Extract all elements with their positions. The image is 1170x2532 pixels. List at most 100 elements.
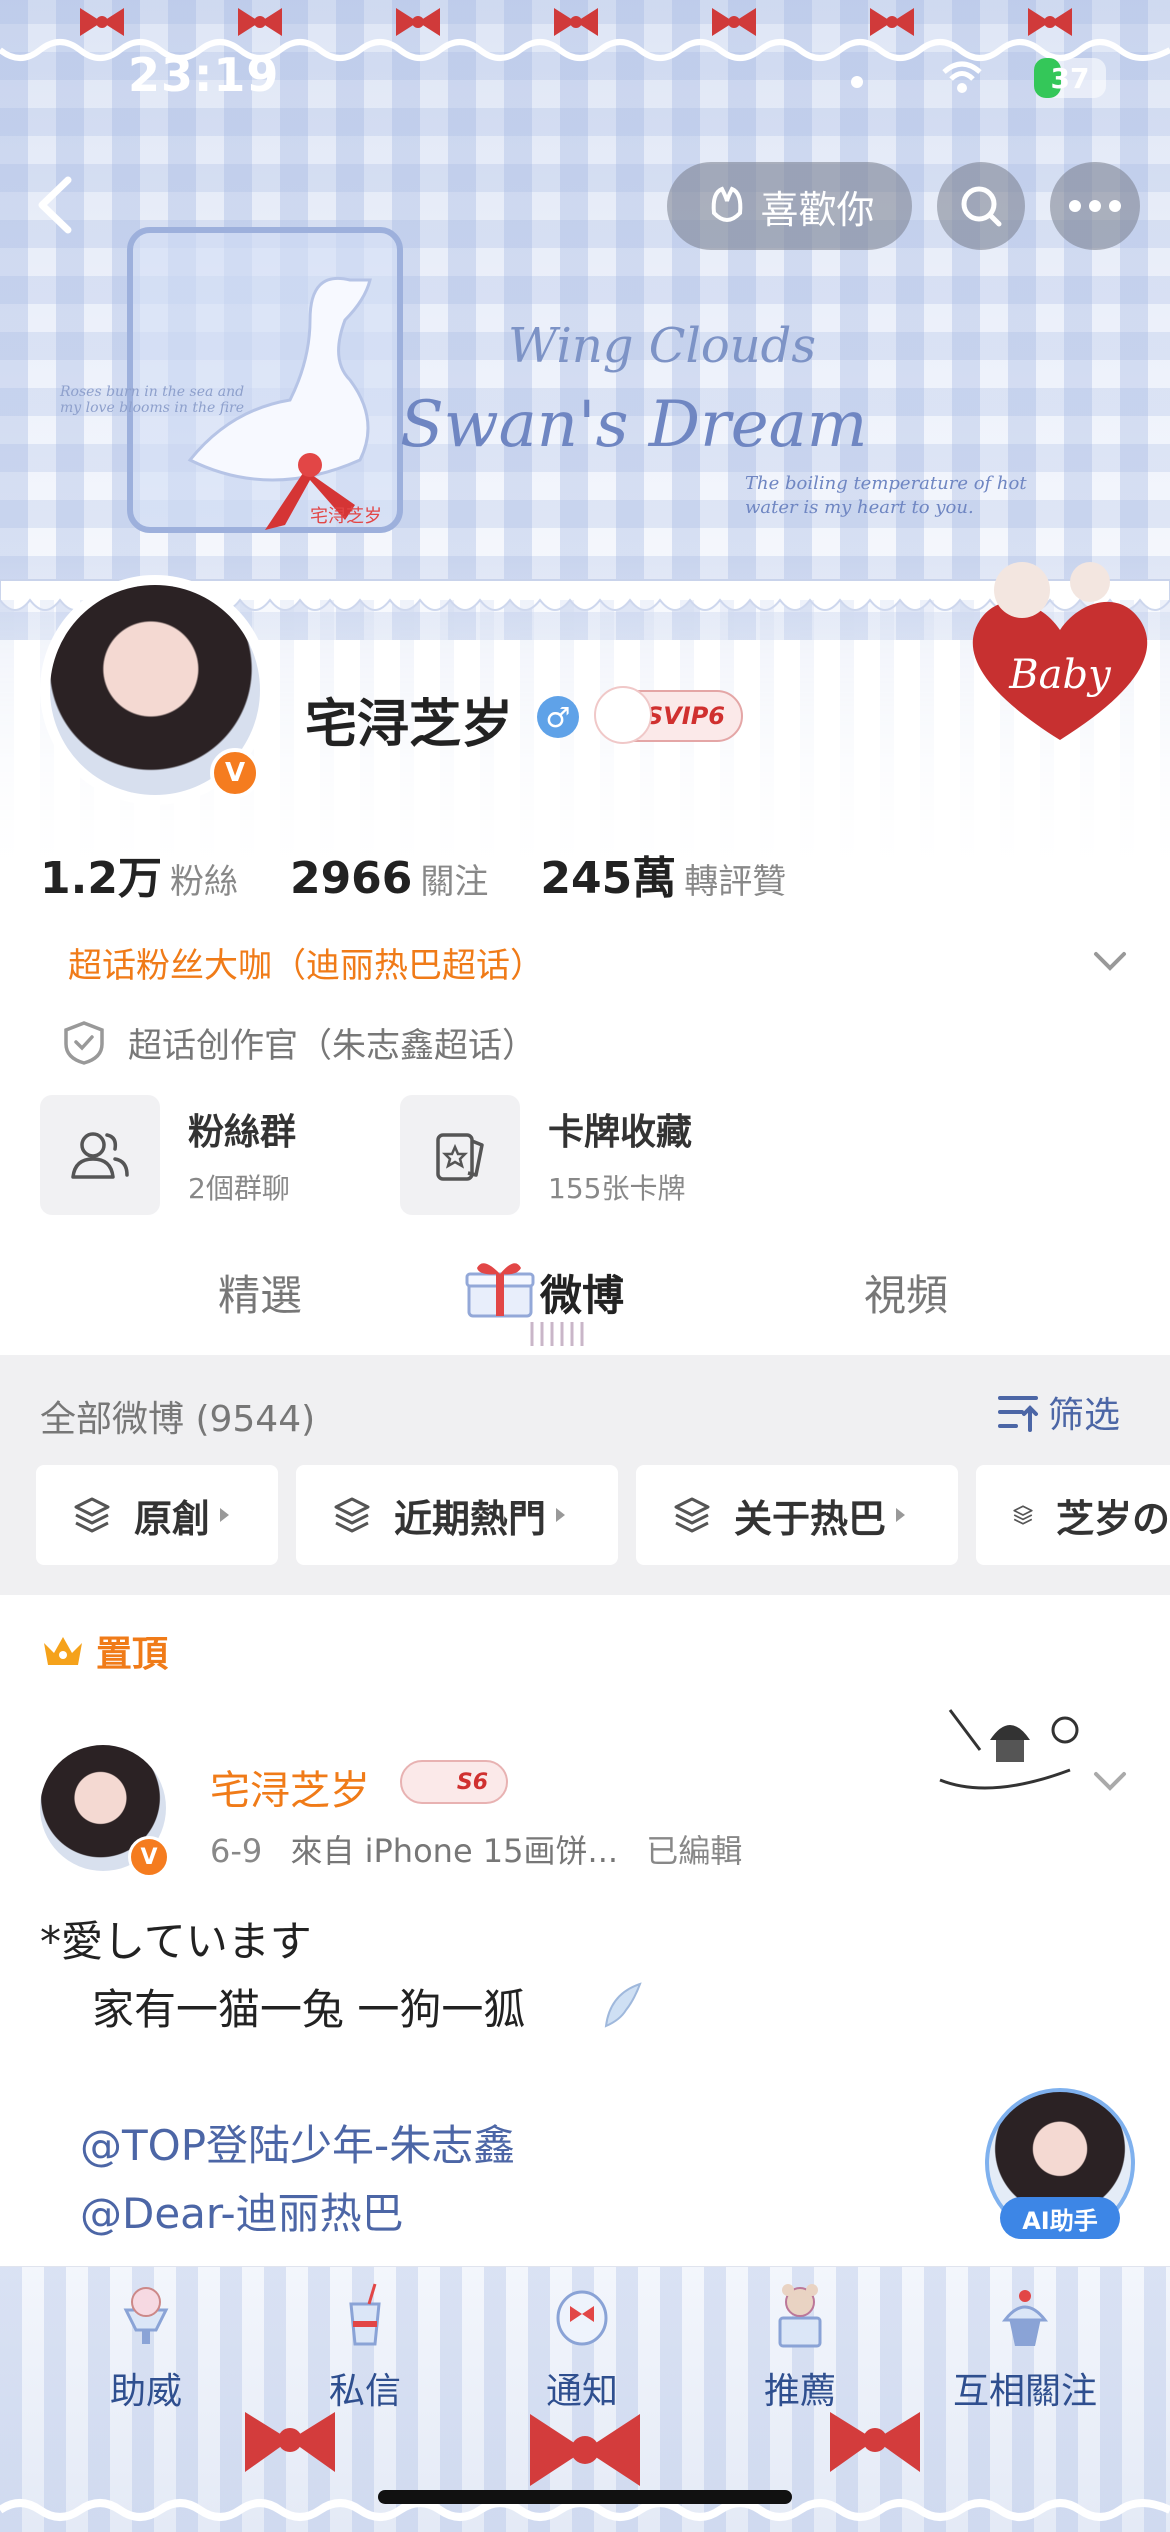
active-tab-indicator — [530, 1322, 584, 1346]
profile-stats: 1.2万 粉絲 2966 關注 245萬 轉評贊 — [40, 842, 838, 906]
wifi-icon — [942, 61, 982, 93]
nav-recommend-label: 推薦 — [763, 2371, 836, 2412]
chip-arrow-icon — [896, 1508, 906, 1522]
svg-text:Baby: Baby — [1008, 652, 1112, 698]
tab-featured[interactable]: 精選 — [218, 1262, 302, 1323]
post-edited: 已編輯 — [646, 1832, 743, 1870]
chevron-down-icon[interactable] — [1090, 940, 1130, 980]
nav-mutual-follow[interactable]: 互相關注 — [940, 2266, 1110, 2412]
nav-notifications[interactable]: 通知 — [502, 2266, 662, 2412]
nav-messages-label: 私信 — [328, 2371, 401, 2412]
fan-group-card[interactable]: 粉絲群 2個群聊 — [40, 1095, 296, 1215]
male-icon: ♂ — [537, 696, 579, 738]
filter-label: 筛选 — [1048, 1395, 1121, 1436]
verified-badge: V — [210, 748, 260, 798]
post-verified-badge: V — [128, 1836, 170, 1878]
layers-icon — [74, 1497, 110, 1533]
profile-name: 宅浔芝岁 — [305, 695, 514, 755]
post-source: 來自 iPhone 15画饼... — [290, 1832, 619, 1870]
creator-label: 超话创作官（朱志鑫超话） — [128, 1026, 536, 1066]
ai-assistant-label[interactable]: AI助手 — [1000, 2197, 1120, 2239]
card-collection-title: 卡牌收藏 — [548, 1112, 693, 1153]
gift-box-icon — [465, 1263, 535, 1318]
back-icon[interactable] — [28, 170, 88, 240]
chip-about-reba[interactable]: 关于热巴 — [636, 1465, 958, 1565]
baby-heart-sticker: Baby — [972, 562, 1148, 740]
chip-recent-hot[interactable]: 近期熱門 — [296, 1465, 618, 1565]
home-indicator[interactable] — [378, 2490, 792, 2504]
all-weibo-count: 全部微博 (9544) — [40, 1399, 316, 1440]
chip-zhisui[interactable]: 芝岁の — [976, 1465, 1170, 1565]
shield-icon — [64, 1020, 104, 1065]
mention-link[interactable]: @TOP登陆少年-朱志鑫 — [80, 2112, 515, 2173]
nav-notifications-label: 通知 — [545, 2371, 618, 2412]
nav-cheer-label: 助威 — [109, 2371, 182, 2412]
following-label[interactable]: 關注 — [420, 854, 488, 903]
sundae-icon — [123, 2287, 169, 2344]
search-button[interactable] — [937, 162, 1025, 250]
cupcake-icon — [1001, 2290, 1049, 2346]
status-time: 23:19 — [128, 48, 280, 102]
card-collection-subtitle: 155张卡牌 — [548, 1172, 686, 1205]
chip-arrow-icon — [556, 1508, 566, 1522]
chip-original-label: 原創 — [134, 1496, 211, 1541]
tulip-icon — [712, 186, 743, 222]
wing-icon — [604, 1982, 642, 2028]
group-icon — [40, 1095, 160, 1215]
fan-group-subtitle: 2個群聊 — [188, 1172, 290, 1205]
filter-button[interactable]: 筛选 — [996, 1386, 1120, 1438]
like-you-button[interactable]: 喜歡你 — [667, 162, 912, 250]
engagement-count: 245萬 — [540, 853, 677, 904]
post-text-line: *愛しています — [40, 1917, 312, 1966]
engagement-label: 轉評贊 — [684, 862, 787, 902]
svip-label: SVIP6 — [645, 702, 725, 730]
post-text-line: 家有一猫一兔 一狗一狐 — [92, 1985, 526, 2034]
filter-icon — [998, 1396, 1038, 1432]
nav-mutual-follow-label: 互相關注 — [952, 2371, 1097, 2412]
banner-swan-label: 宅浔芝岁 — [310, 506, 382, 527]
crown-icon — [44, 1637, 82, 1665]
nav-recommend[interactable]: 推薦 — [720, 2266, 880, 2412]
search-icon — [961, 186, 1002, 227]
chip-recent-hot-label: 近期熱門 — [394, 1496, 547, 1541]
post-author-name[interactable]: 宅浔芝岁 — [210, 1758, 370, 1816]
cupcake-sticker — [939, 1709, 1079, 1790]
bottom-bow-decoration — [0, 2412, 1170, 2521]
nav-cheer[interactable]: 助威 — [66, 2266, 226, 2412]
chip-original[interactable]: 原創 — [36, 1465, 278, 1565]
bear-icon — [594, 686, 652, 744]
nav-messages[interactable]: 私信 — [285, 2266, 445, 2412]
banner-title-line2: Swan's Dream — [400, 388, 868, 462]
post-svip-badge: S6 — [400, 1760, 508, 1804]
teddy-bear-gift-icon — [778, 2284, 822, 2348]
more-button[interactable] — [1050, 162, 1140, 250]
chip-about-reba-label: 关于热巴 — [734, 1496, 887, 1541]
following-count[interactable]: 2966 — [290, 853, 412, 904]
chip-arrow-icon — [220, 1508, 230, 1522]
pinned-text: 置頂 — [96, 1634, 169, 1675]
tab-video[interactable]: 視頻 — [864, 1262, 948, 1323]
followers-count[interactable]: 1.2万 — [40, 842, 162, 906]
post-menu-chevron-icon[interactable] — [1090, 1760, 1130, 1800]
card-collection-card[interactable]: 卡牌收藏 155张卡牌 — [400, 1095, 692, 1215]
followers-label[interactable]: 粉絲 — [170, 854, 238, 903]
layers-icon — [674, 1497, 710, 1533]
mention-link[interactable]: @Dear-迪丽热巴 — [80, 2180, 404, 2241]
tab-weibo[interactable]: 微博 — [540, 1262, 624, 1323]
banner-caption-left: Roses burn in the sea and my love blooms… — [60, 384, 245, 416]
bow-frame-icon — [556, 2290, 608, 2346]
layers-icon — [1013, 1505, 1033, 1525]
chip-zhisui-label: 芝岁の — [1055, 1496, 1170, 1541]
battery-icon: 37 — [1034, 58, 1106, 98]
fan-group-title: 粉絲群 — [188, 1112, 297, 1153]
post-meta: 6-9 來自 iPhone 15画饼... 已編輯 — [210, 1826, 742, 1872]
creator-title[interactable]: 超话创作官（朱志鑫超话） — [62, 1018, 536, 1067]
location-dot-icon — [851, 76, 863, 88]
super-fan-title[interactable]: 超话粉丝大咖（迪丽热巴超话） — [68, 938, 544, 987]
svip-badge[interactable]: SVIP6 — [594, 686, 743, 744]
layers-icon — [334, 1497, 370, 1533]
banner-caption-right: The boiling temperature of hot water is … — [745, 473, 1027, 518]
drink-cup-icon — [349, 2283, 381, 2346]
like-you-label: 喜歡你 — [760, 187, 875, 232]
card-collection-icon — [400, 1095, 520, 1215]
